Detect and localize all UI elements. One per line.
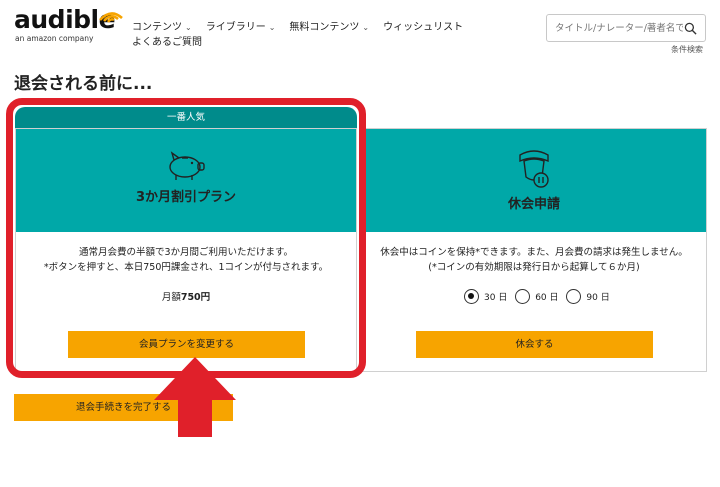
advanced-search-link[interactable]: 条件検索 bbox=[671, 44, 703, 55]
search-box bbox=[546, 14, 706, 42]
pause-description-line-1: 休会中はコインを保持*できます。また、月会費の請求は発生しません。 bbox=[380, 247, 688, 258]
radio-30-days-label: 30 日 bbox=[484, 293, 508, 303]
pause-membership-card: 休会申請 休会中はコインを保持*できます。また、月会費の請求は発生しません。 (… bbox=[361, 128, 707, 372]
radio-90-days-label: 90 日 bbox=[586, 293, 610, 303]
nav-faq[interactable]: よくあるご質問 bbox=[132, 35, 202, 50]
logo-tagline: an amazon company bbox=[15, 34, 94, 43]
nav-wishlist-label: ウィッシュリスト bbox=[383, 22, 464, 33]
audible-waves-icon bbox=[99, 12, 123, 23]
chevron-down-icon: ⌄ bbox=[362, 23, 370, 32]
chevron-down-icon: ⌄ bbox=[268, 23, 276, 32]
audible-logo[interactable]: audible an amazon company bbox=[14, 6, 123, 46]
pause-description: 休会中はコインを保持*できます。また、月会費の請求は発生しません。 (*コインの… bbox=[362, 245, 706, 275]
red-highlight-frame bbox=[6, 98, 366, 378]
page-title: 退会される前に... bbox=[14, 74, 153, 94]
nav-contents[interactable]: コンテンツ ⌄ bbox=[132, 20, 192, 35]
red-arrow-icon bbox=[154, 357, 236, 437]
nav-free-contents-label: 無料コンテンツ bbox=[289, 22, 360, 33]
pause-description-line-2: (*コインの有効期限は発行日から起算して６か月) bbox=[428, 262, 640, 273]
pause-duration-options: 30 日 60 日 90 日 bbox=[464, 289, 615, 304]
radio-60-days-label: 60 日 bbox=[535, 293, 559, 303]
pause-button[interactable]: 休会する bbox=[416, 331, 653, 358]
pause-badge-icon bbox=[519, 150, 549, 188]
search-input[interactable] bbox=[555, 19, 683, 37]
main-nav: コンテンツ ⌄ ライブラリー ⌄ 無料コンテンツ ⌄ ウィッシュリスト よくあるご質問 bbox=[132, 20, 512, 50]
radio-90-days[interactable] bbox=[566, 289, 582, 304]
nav-free-contents[interactable]: 無料コンテンツ ⌄ bbox=[289, 20, 369, 35]
nav-faq-label: よくあるご質問 bbox=[132, 37, 202, 48]
pause-card-hero: 休会申請 bbox=[362, 129, 706, 232]
pause-title: 休会申請 bbox=[507, 197, 560, 212]
radio-30-days[interactable] bbox=[464, 289, 479, 304]
chevron-down-icon: ⌄ bbox=[185, 23, 192, 32]
radio-60-days[interactable] bbox=[515, 289, 531, 304]
nav-contents-label: コンテンツ bbox=[132, 22, 182, 33]
search-icon[interactable] bbox=[684, 22, 697, 35]
nav-library[interactable]: ライブラリー ⌄ bbox=[206, 20, 276, 35]
nav-library-label: ライブラリー bbox=[205, 22, 266, 33]
nav-wishlist[interactable]: ウィッシュリスト bbox=[383, 20, 463, 35]
